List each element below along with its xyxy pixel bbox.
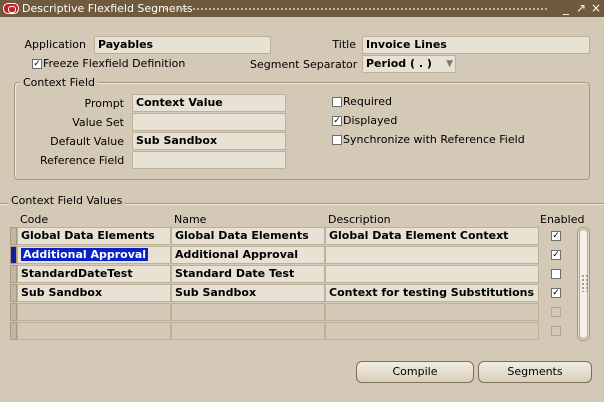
restore-icon[interactable]: ↗: [575, 1, 587, 15]
column-header-code: Code: [20, 213, 49, 226]
displayed-label: Displayed: [343, 114, 398, 127]
code-cell[interactable]: Sub Sandbox: [17, 284, 171, 302]
context-field-title: Context Field: [20, 76, 98, 89]
description-cell[interactable]: [325, 265, 539, 283]
segments-button[interactable]: Segments: [478, 361, 592, 383]
description-cell[interactable]: Global Data Element Context: [325, 227, 539, 245]
column-header-description: Description: [328, 213, 391, 226]
required-label: Required: [343, 95, 392, 108]
name-cell[interactable]: Global Data Elements: [171, 227, 325, 245]
title-label: Title: [332, 38, 356, 51]
enabled-checkbox[interactable]: ✓: [551, 231, 561, 241]
description-cell[interactable]: [325, 303, 539, 321]
code-cell[interactable]: [17, 303, 171, 321]
name-cell[interactable]: Standard Date Test: [171, 265, 325, 283]
synchronize-checkbox[interactable]: [332, 135, 342, 145]
code-cell[interactable]: Global Data Elements: [17, 227, 171, 245]
prompt-field[interactable]: Context Value: [132, 94, 286, 112]
enabled-checkbox[interactable]: [551, 307, 561, 317]
row-marker[interactable]: [10, 265, 17, 283]
row-marker[interactable]: [10, 322, 17, 340]
default-value-label: Default Value: [50, 135, 124, 148]
code-cell-selected[interactable]: Additional Approval: [17, 246, 171, 264]
scrollbar-thumb[interactable]: [579, 229, 588, 339]
separator-label: Segment Separator: [250, 58, 358, 71]
window-titlebar[interactable]: Descriptive Flexfield Segments _ ↗ ×: [0, 0, 604, 17]
application-field[interactable]: Payables: [94, 36, 271, 54]
vertical-scrollbar[interactable]: [577, 227, 590, 341]
reference-field-input[interactable]: [132, 151, 286, 169]
description-cell[interactable]: [325, 246, 539, 264]
description-cell[interactable]: [325, 322, 539, 340]
column-header-name: Name: [174, 213, 207, 226]
compile-button[interactable]: Compile: [356, 361, 474, 383]
enabled-checkbox[interactable]: ✓: [551, 288, 561, 298]
selected-code-text: Additional Approval: [21, 248, 149, 261]
value-set-label: Value Set: [72, 116, 124, 129]
code-cell[interactable]: [17, 322, 171, 340]
description-cell[interactable]: Context for testing Substitutions: [325, 284, 539, 302]
value-set-field[interactable]: [132, 113, 286, 131]
row-marker[interactable]: [10, 303, 17, 321]
current-row-marker[interactable]: [10, 246, 17, 264]
name-cell[interactable]: [171, 322, 325, 340]
freeze-label: Freeze Flexfield Definition: [43, 57, 186, 70]
minimize-icon[interactable]: _: [560, 1, 572, 15]
name-cell[interactable]: Sub Sandbox: [171, 284, 325, 302]
scrollbar-grip-icon: [581, 274, 588, 292]
close-icon[interactable]: ×: [590, 1, 602, 15]
row-marker[interactable]: [10, 227, 17, 245]
enabled-checkbox[interactable]: [551, 326, 561, 336]
row-marker[interactable]: [10, 284, 17, 302]
enabled-checkbox[interactable]: ✓: [551, 250, 561, 260]
chevron-down-icon: ▼: [446, 59, 453, 69]
separator-select[interactable]: Period ( . ) ▼: [362, 55, 456, 73]
synchronize-label: Synchronize with Reference Field: [343, 133, 525, 146]
displayed-checkbox[interactable]: ✓: [332, 116, 342, 126]
separator-value: Period ( . ): [366, 57, 432, 70]
freeze-checkbox[interactable]: ✓: [32, 59, 42, 69]
required-checkbox[interactable]: [332, 97, 342, 107]
titlebar-grip: [164, 7, 549, 11]
title-field[interactable]: Invoice Lines: [362, 36, 590, 54]
code-cell[interactable]: StandardDateTest: [17, 265, 171, 283]
default-value-field[interactable]: Sub Sandbox: [132, 132, 286, 150]
name-cell[interactable]: [171, 303, 325, 321]
name-cell[interactable]: Additional Approval: [171, 246, 325, 264]
values-title: Context Field Values: [8, 194, 126, 207]
oracle-logo-icon: [3, 3, 19, 14]
prompt-label: Prompt: [84, 97, 124, 110]
application-label: Application: [24, 38, 86, 51]
reference-field-label: Reference Field: [40, 154, 125, 167]
enabled-checkbox[interactable]: [551, 269, 561, 279]
column-header-enabled: Enabled: [540, 213, 585, 226]
